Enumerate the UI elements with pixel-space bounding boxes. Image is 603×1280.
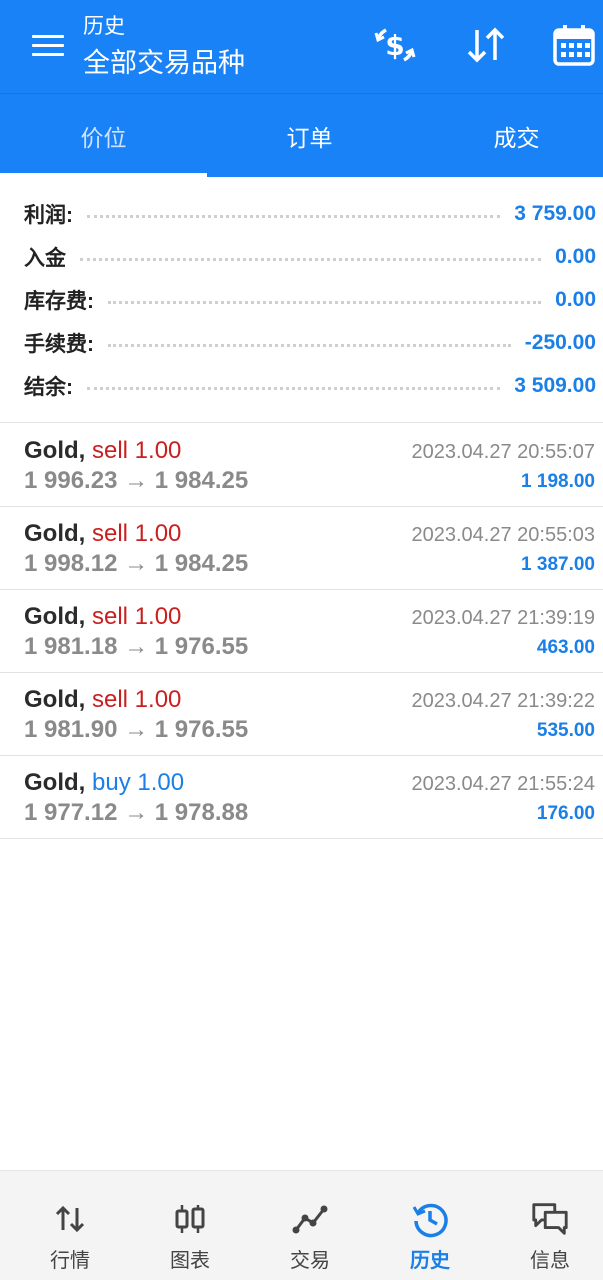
deal-side: buy 1.00 <box>92 769 185 796</box>
trade-line-icon <box>290 1199 330 1239</box>
deal-prices: 1 977.12 → 1 978.88 <box>24 799 249 826</box>
summary-label: 库存费: <box>24 289 94 313</box>
nav-label: 交易 <box>290 1250 330 1272</box>
history-clock-icon <box>410 1199 450 1239</box>
messages-icon <box>530 1199 570 1239</box>
summary-label: 利润: <box>24 203 73 227</box>
bottom-navigation: 行情 图表 交易 历史 信息 <box>0 1170 603 1280</box>
deal-profit: 1 198.00 <box>521 471 595 492</box>
dotted-leader <box>108 344 511 347</box>
deal-prices: 1 996.23 → 1 984.25 <box>24 467 249 494</box>
tab-orders[interactable]: 订单 <box>209 94 410 178</box>
deal-title: Gold, sell 1.00 <box>24 685 181 715</box>
deal-symbol: Gold, <box>24 520 86 547</box>
tab-deals[interactable]: 成交 <box>416 94 603 178</box>
summary-row-profit: 利润: 3 759.00 <box>24 192 596 235</box>
deal-prices: 1 998.12 → 1 984.25 <box>24 550 249 577</box>
currency-exchange-icon[interactable]: $ <box>372 22 418 68</box>
summary-value: 3 759.00 <box>514 201 596 225</box>
svg-text:$: $ <box>385 29 404 62</box>
deal-time: 2023.04.27 21:55:24 <box>411 773 595 795</box>
deal-side: sell 1.00 <box>92 520 182 547</box>
deal-symbol: Gold, <box>24 603 86 630</box>
deal-profit: 1 387.00 <box>521 554 595 575</box>
deal-title: Gold, sell 1.00 <box>24 436 181 466</box>
deal-profit: 463.00 <box>536 637 595 658</box>
deal-prices: 1 981.90 → 1 976.55 <box>24 716 249 743</box>
nav-history[interactable]: 历史 <box>370 1171 490 1280</box>
nav-quotes[interactable]: 行情 <box>10 1171 130 1280</box>
deal-side: sell 1.00 <box>92 603 182 630</box>
deal-title: Gold, buy 1.00 <box>24 768 184 798</box>
summary-label: 入金 <box>24 246 66 270</box>
dotted-leader <box>80 258 542 261</box>
deal-time: 2023.04.27 20:55:03 <box>411 524 595 546</box>
deal-time: 2023.04.27 21:39:22 <box>411 690 595 712</box>
dotted-leader <box>87 387 501 390</box>
nav-charts[interactable]: 图表 <box>130 1171 250 1280</box>
history-tabs: 价位 订单 成交 <box>0 93 603 177</box>
nav-label: 历史 <box>410 1250 450 1272</box>
deal-side: sell 1.00 <box>92 686 182 713</box>
menu-icon[interactable] <box>32 33 64 59</box>
summary-row-balance: 结余: 3 509.00 <box>24 364 596 407</box>
deal-profit: 535.00 <box>536 720 595 741</box>
deal-time: 2023.04.27 21:39:19 <box>411 607 595 629</box>
summary-value: 0.00 <box>555 287 596 311</box>
deal-profit: 176.00 <box>536 803 595 824</box>
summary-value: 0.00 <box>555 244 596 268</box>
dotted-leader <box>108 301 542 304</box>
summary-label: 手续费: <box>24 332 94 356</box>
sort-icon[interactable] <box>463 22 509 68</box>
summary-value: 3 509.00 <box>514 373 596 397</box>
candlestick-chart-icon <box>170 1199 210 1239</box>
summary-row-commission: 手续费: -250.00 <box>24 321 596 364</box>
deal-row[interactable]: Gold, sell 1.00 1 998.12 → 1 984.25 2023… <box>0 507 603 590</box>
deal-side: sell 1.00 <box>92 437 182 464</box>
nav-messages[interactable]: 信息 <box>490 1171 603 1280</box>
quotes-arrows-icon <box>50 1199 90 1239</box>
deal-row[interactable]: Gold, buy 1.00 1 977.12 → 1 978.88 2023.… <box>0 756 603 839</box>
deal-list: Gold, sell 1.00 1 996.23 → 1 984.25 2023… <box>0 424 603 839</box>
deal-row[interactable]: Gold, sell 1.00 1 981.18 → 1 976.55 2023… <box>0 590 603 673</box>
summary-row-deposit: 入金 0.00 <box>24 235 596 278</box>
deal-symbol: Gold, <box>24 686 86 713</box>
nav-label: 行情 <box>50 1250 90 1272</box>
tab-positions[interactable]: 价位 <box>3 94 204 178</box>
deal-title: Gold, sell 1.00 <box>24 602 181 632</box>
deal-time: 2023.04.27 20:55:07 <box>411 441 595 463</box>
deal-symbol: Gold, <box>24 437 86 464</box>
header-subtitle: 历史 <box>83 15 125 38</box>
summary-value: -250.00 <box>524 330 596 354</box>
deal-row[interactable]: Gold, sell 1.00 1 996.23 → 1 984.25 2023… <box>0 424 603 507</box>
summary-row-swap: 库存费: 0.00 <box>24 278 596 321</box>
summary-label: 结余: <box>24 375 73 399</box>
symbol-filter-title[interactable]: 全部交易品种 <box>83 46 245 80</box>
nav-trade[interactable]: 交易 <box>250 1171 370 1280</box>
app-header: 历史 全部交易品种 $ <box>0 0 603 93</box>
deal-row[interactable]: Gold, sell 1.00 1 981.90 → 1 976.55 2023… <box>0 673 603 756</box>
dotted-leader <box>87 215 501 218</box>
nav-label: 图表 <box>170 1250 210 1272</box>
deal-symbol: Gold, <box>24 769 86 796</box>
deal-prices: 1 981.18 → 1 976.55 <box>24 633 249 660</box>
calendar-icon[interactable] <box>551 22 597 68</box>
account-summary: 利润: 3 759.00 入金 0.00 库存费: 0.00 手续费: -250… <box>0 177 603 423</box>
nav-label: 信息 <box>530 1250 570 1272</box>
deal-title: Gold, sell 1.00 <box>24 519 181 549</box>
